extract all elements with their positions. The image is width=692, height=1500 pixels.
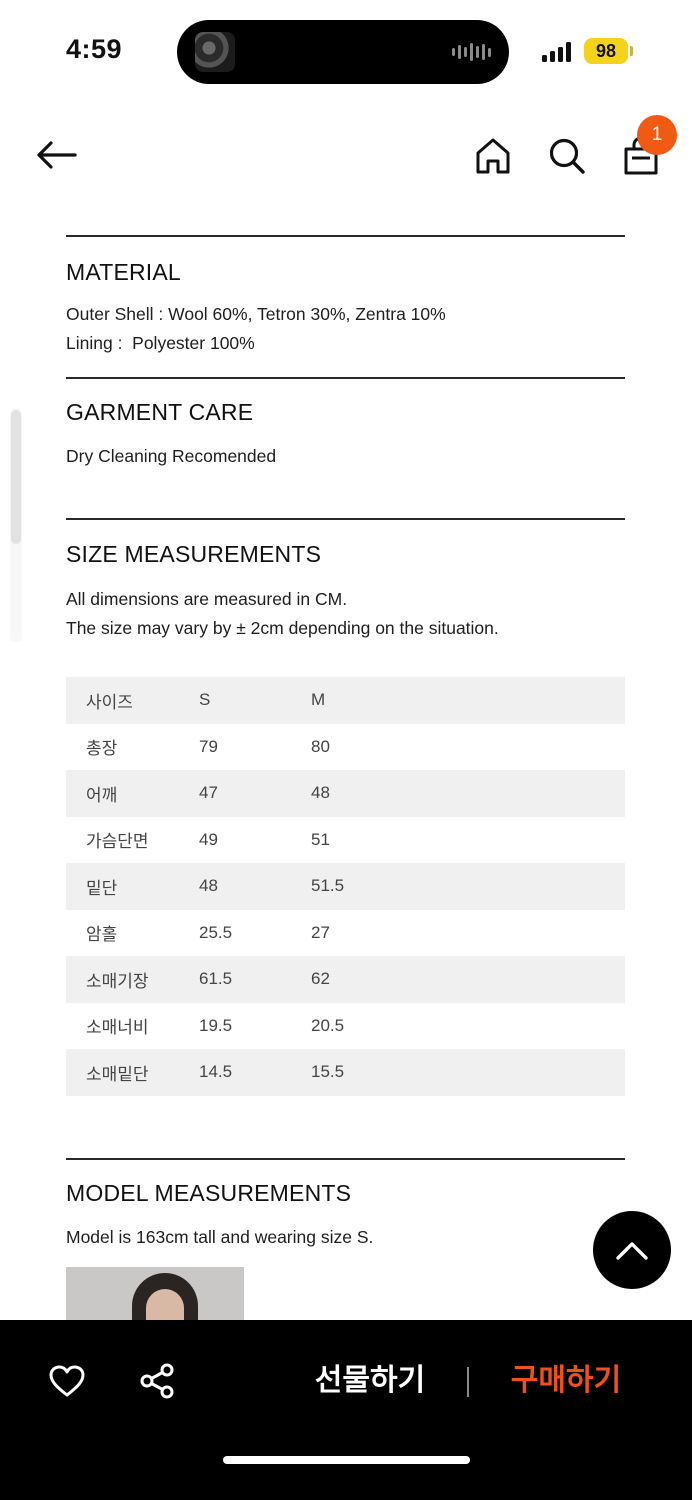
gift-button[interactable]: 선물하기	[300, 1356, 440, 1406]
table-cell: 19.5	[199, 1015, 233, 1035]
battery-cap	[630, 46, 633, 56]
size-note-line: All dimensions are measured in CM.	[66, 589, 348, 609]
table-cell: M	[311, 690, 326, 710]
table-row: 소매너비 19.5 20.5	[66, 1003, 625, 1050]
model-measurements-section: MODEL MEASUREMENTS Model is 163cm tall a…	[66, 1158, 625, 1337]
table-row: 암홀 25.5 27	[66, 910, 625, 957]
search-icon	[549, 138, 585, 174]
garment-care-text: Dry Cleaning Recomended	[66, 446, 277, 466]
share-button[interactable]	[136, 1360, 178, 1402]
table-cell: 48	[311, 783, 330, 803]
table-cell: 총장	[86, 739, 118, 759]
material-text: Outer Shell : Wool 60%, Tetron 30%, Zent…	[66, 300, 625, 358]
table-cell: 51.5	[311, 876, 345, 896]
size-measurements-title: SIZE MEASUREMENTS	[66, 541, 322, 567]
table-row: 어깨 47 48	[66, 770, 625, 817]
audio-waveform-icon	[452, 42, 491, 62]
model-measurements-text: Model is 163cm tall and wearing size S.	[66, 1227, 374, 1247]
status-bar: 4:59 98	[0, 0, 692, 100]
size-measurements-note: All dimensions are measured in CM. The s…	[66, 585, 625, 643]
table-cell: 소매너비	[86, 1018, 149, 1038]
home-button[interactable]	[470, 132, 516, 180]
table-row: 밑단 48 51.5	[66, 863, 625, 910]
table-cell: 어깨	[86, 785, 118, 805]
table-cell: 80	[311, 736, 330, 756]
model-measurements-title: MODEL MEASUREMENTS	[66, 1180, 352, 1206]
material-line: Outer Shell : Wool 60%, Tetron 30%, Zent…	[66, 304, 446, 324]
table-cell: 51	[311, 829, 330, 849]
table-row: 소매밑단 14.5 15.5	[66, 1049, 625, 1096]
bottom-bar-divider	[467, 1367, 469, 1397]
size-table: 사이즈 S M 총장 79 80 어깨 47 48 가슴단면 49 51 밑단	[66, 677, 625, 1096]
chevron-up-icon	[616, 1242, 648, 1260]
scrollbar-thumb[interactable]	[11, 410, 21, 544]
size-note-line: The size may vary by ± 2cm depending on …	[66, 618, 499, 638]
material-title: MATERIAL	[66, 259, 181, 285]
table-cell: 14.5	[199, 1062, 233, 1082]
table-cell: 62	[311, 969, 330, 989]
table-row: 소매기장 61.5 62	[66, 956, 625, 1003]
table-cell: 밑단	[86, 878, 118, 898]
now-playing-artwork	[195, 32, 235, 72]
share-icon	[140, 1363, 174, 1399]
table-cell: 암홀	[86, 925, 118, 945]
table-cell: 79	[199, 736, 218, 756]
table-cell: 소매기장	[86, 971, 149, 991]
home-indicator[interactable]	[223, 1456, 470, 1464]
buy-button[interactable]: 구매하기	[496, 1356, 636, 1406]
scroll-to-top-button[interactable]	[593, 1211, 671, 1289]
size-measurements-section: SIZE MEASUREMENTS All dimensions are mea…	[66, 518, 625, 1158]
table-cell: 47	[199, 783, 218, 803]
table-cell: 가슴단면	[86, 832, 149, 852]
cellular-signal-icon	[542, 40, 571, 62]
table-cell: 25.5	[199, 922, 233, 942]
table-cell: 48	[199, 876, 218, 896]
table-cell: 소매밑단	[86, 1064, 149, 1084]
bottom-action-bar: 선물하기 구매하기	[0, 1320, 692, 1500]
home-icon	[476, 138, 510, 174]
table-cell: 61.5	[199, 969, 233, 989]
product-details: MATERIAL Outer Shell : Wool 60%, Tetron …	[66, 235, 625, 1337]
garment-care-section: GARMENT CARE Dry Cleaning Recomended	[66, 377, 625, 518]
search-button[interactable]	[544, 132, 590, 180]
table-cell: 사이즈	[86, 692, 133, 712]
material-line: Lining : Polyester 100%	[66, 333, 255, 353]
table-cell: S	[199, 690, 211, 710]
table-row: 총장 79 80	[66, 724, 625, 771]
battery-indicator: 98	[584, 38, 628, 64]
arrow-left-icon	[37, 141, 77, 169]
like-button[interactable]	[46, 1360, 88, 1402]
table-cell: 15.5	[311, 1062, 345, 1082]
status-time: 4:59	[66, 34, 123, 64]
cart-count-badge: 1	[637, 115, 677, 155]
table-cell: 27	[311, 922, 330, 942]
heart-icon	[49, 1365, 85, 1397]
size-table-header: 사이즈 S M	[66, 677, 625, 724]
back-button[interactable]	[30, 134, 82, 176]
table-cell: 49	[199, 829, 218, 849]
top-navigation	[0, 110, 692, 200]
dynamic-island[interactable]	[177, 20, 509, 84]
material-section: MATERIAL Outer Shell : Wool 60%, Tetron …	[66, 235, 625, 377]
garment-care-title: GARMENT CARE	[66, 399, 254, 425]
table-row: 가슴단면 49 51	[66, 817, 625, 864]
table-cell: 20.5	[311, 1015, 345, 1035]
